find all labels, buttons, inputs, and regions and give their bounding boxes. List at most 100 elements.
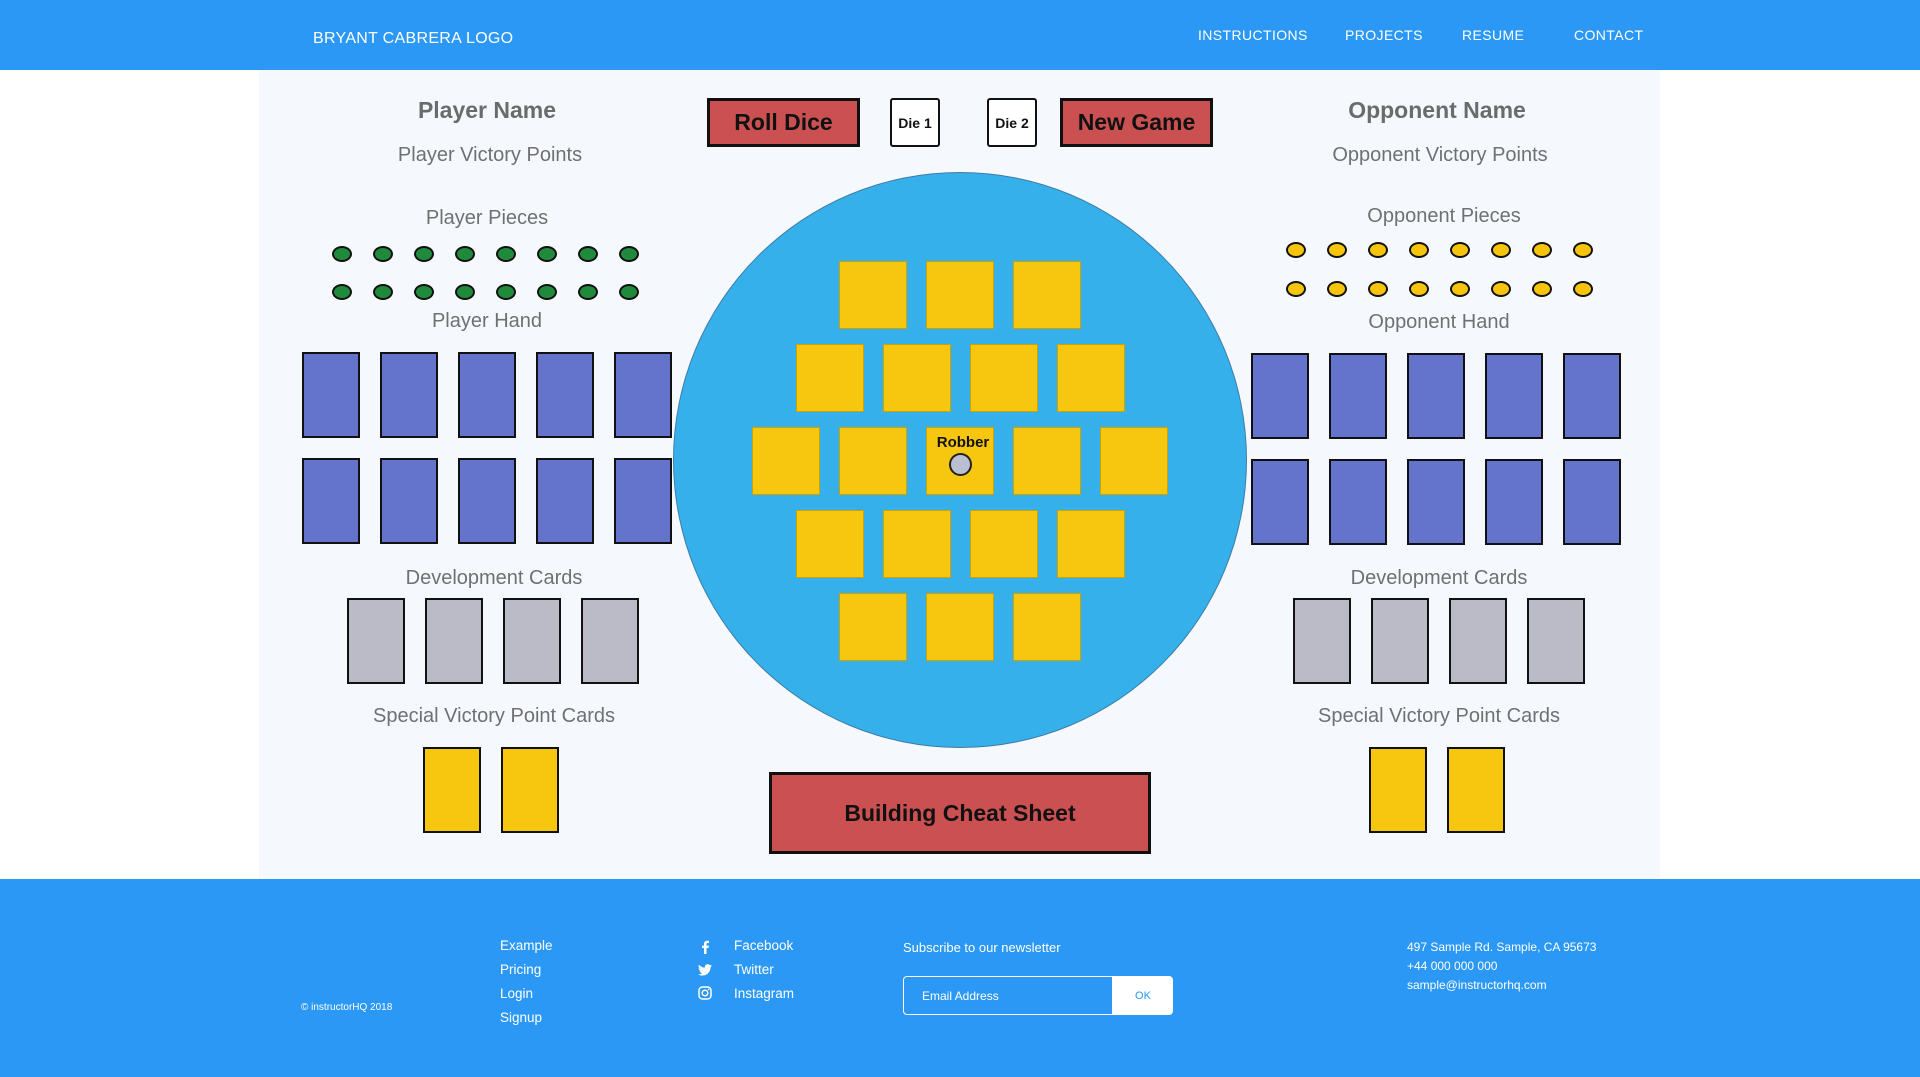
- player-piece[interactable]: [332, 284, 352, 300]
- player-development-card[interactable]: [581, 598, 639, 684]
- player-piece[interactable]: [414, 246, 434, 262]
- nav-projects[interactable]: PROJECTS: [1345, 27, 1423, 43]
- opponent-piece[interactable]: [1409, 281, 1429, 297]
- player-piece[interactable]: [332, 246, 352, 262]
- footer-link-pricing[interactable]: Pricing: [500, 962, 541, 977]
- hex-tile[interactable]: [883, 344, 951, 412]
- opponent-piece[interactable]: [1368, 281, 1388, 297]
- opponent-development-card[interactable]: [1527, 598, 1585, 684]
- opponent-resource-card[interactable]: [1251, 459, 1309, 545]
- hex-tile[interactable]: [926, 593, 994, 661]
- player-resource-card[interactable]: [458, 352, 516, 438]
- die-1[interactable]: Die 1: [890, 98, 940, 147]
- player-resource-card[interactable]: [614, 352, 672, 438]
- nav-resume[interactable]: RESUME: [1462, 27, 1524, 43]
- player-piece[interactable]: [619, 284, 639, 300]
- nav-contact[interactable]: CONTACT: [1574, 27, 1643, 43]
- footer-email[interactable]: sample@instructorhq.com: [1407, 978, 1547, 992]
- opponent-resource-card[interactable]: [1329, 459, 1387, 545]
- player-resource-card[interactable]: [302, 352, 360, 438]
- die-2[interactable]: Die 2: [987, 98, 1037, 147]
- footer-link-login[interactable]: Login: [500, 986, 533, 1001]
- player-piece[interactable]: [373, 246, 393, 262]
- player-piece[interactable]: [455, 246, 475, 262]
- opponent-piece[interactable]: [1450, 281, 1470, 297]
- player-resource-card[interactable]: [302, 458, 360, 544]
- hex-tile[interactable]: [839, 261, 907, 329]
- hex-tile[interactable]: [839, 427, 907, 495]
- opponent-piece[interactable]: [1491, 242, 1511, 258]
- hex-tile[interactable]: [970, 344, 1038, 412]
- player-resource-card[interactable]: [614, 458, 672, 544]
- opponent-resource-card[interactable]: [1485, 353, 1543, 439]
- footer-social-instagram[interactable]: Instagram: [734, 986, 794, 1001]
- player-piece[interactable]: [373, 284, 393, 300]
- footer-link-example[interactable]: Example: [500, 938, 553, 953]
- player-development-card[interactable]: [503, 598, 561, 684]
- hex-tile[interactable]: [1057, 344, 1125, 412]
- hex-tile[interactable]: [883, 510, 951, 578]
- player-piece[interactable]: [455, 284, 475, 300]
- opponent-resource-card[interactable]: [1329, 353, 1387, 439]
- player-special-vp-card[interactable]: [501, 747, 559, 833]
- opponent-resource-card[interactable]: [1407, 353, 1465, 439]
- hex-tile[interactable]: [1013, 261, 1081, 329]
- opponent-piece[interactable]: [1573, 281, 1593, 297]
- newsletter-ok-button[interactable]: OK: [1113, 976, 1173, 1015]
- hex-tile[interactable]: [752, 427, 820, 495]
- player-piece[interactable]: [537, 246, 557, 262]
- robber-piece[interactable]: [949, 453, 972, 476]
- opponent-resource-card[interactable]: [1407, 459, 1465, 545]
- newsletter-email-input[interactable]: [903, 976, 1113, 1015]
- hex-tile[interactable]: [926, 261, 994, 329]
- hex-tile[interactable]: [1057, 510, 1125, 578]
- opponent-piece[interactable]: [1327, 281, 1347, 297]
- roll-dice-button[interactable]: Roll Dice: [707, 98, 860, 147]
- opponent-piece[interactable]: [1532, 281, 1552, 297]
- site-logo[interactable]: BRYANT CABRERA LOGO: [313, 30, 513, 48]
- hex-tile[interactable]: [796, 510, 864, 578]
- hex-tile[interactable]: [1013, 427, 1081, 495]
- opponent-development-card[interactable]: [1293, 598, 1351, 684]
- opponent-piece[interactable]: [1573, 242, 1593, 258]
- player-piece[interactable]: [496, 284, 516, 300]
- player-piece[interactable]: [619, 246, 639, 262]
- footer-social-facebook[interactable]: Facebook: [734, 938, 793, 953]
- opponent-piece[interactable]: [1368, 242, 1388, 258]
- instagram-icon[interactable]: [698, 986, 712, 1000]
- opponent-piece[interactable]: [1286, 242, 1306, 258]
- opponent-piece[interactable]: [1409, 242, 1429, 258]
- player-development-card[interactable]: [347, 598, 405, 684]
- opponent-resource-card[interactable]: [1485, 459, 1543, 545]
- player-special-vp-card[interactable]: [423, 747, 481, 833]
- hex-tile[interactable]: [970, 510, 1038, 578]
- facebook-icon[interactable]: [698, 940, 712, 954]
- footer-social-twitter[interactable]: Twitter: [734, 962, 774, 977]
- player-resource-card[interactable]: [536, 352, 594, 438]
- player-piece[interactable]: [578, 284, 598, 300]
- opponent-resource-card[interactable]: [1563, 459, 1621, 545]
- new-game-button[interactable]: New Game: [1060, 98, 1213, 147]
- opponent-special-vp-card[interactable]: [1369, 747, 1427, 833]
- opponent-piece[interactable]: [1450, 242, 1470, 258]
- opponent-resource-card[interactable]: [1251, 353, 1309, 439]
- player-development-card[interactable]: [425, 598, 483, 684]
- opponent-piece[interactable]: [1491, 281, 1511, 297]
- twitter-icon[interactable]: [698, 963, 712, 977]
- player-piece[interactable]: [537, 284, 557, 300]
- opponent-development-card[interactable]: [1371, 598, 1429, 684]
- player-piece[interactable]: [496, 246, 516, 262]
- opponent-special-vp-card[interactable]: [1447, 747, 1505, 833]
- player-piece[interactable]: [414, 284, 434, 300]
- nav-instructions[interactable]: INSTRUCTIONS: [1198, 27, 1308, 43]
- player-resource-card[interactable]: [380, 352, 438, 438]
- opponent-piece[interactable]: [1532, 242, 1552, 258]
- opponent-piece[interactable]: [1286, 281, 1306, 297]
- building-cheat-sheet-button[interactable]: Building Cheat Sheet: [769, 772, 1151, 854]
- opponent-development-card[interactable]: [1449, 598, 1507, 684]
- player-resource-card[interactable]: [380, 458, 438, 544]
- player-piece[interactable]: [578, 246, 598, 262]
- hex-tile[interactable]: [1100, 427, 1168, 495]
- opponent-resource-card[interactable]: [1563, 353, 1621, 439]
- opponent-piece[interactable]: [1327, 242, 1347, 258]
